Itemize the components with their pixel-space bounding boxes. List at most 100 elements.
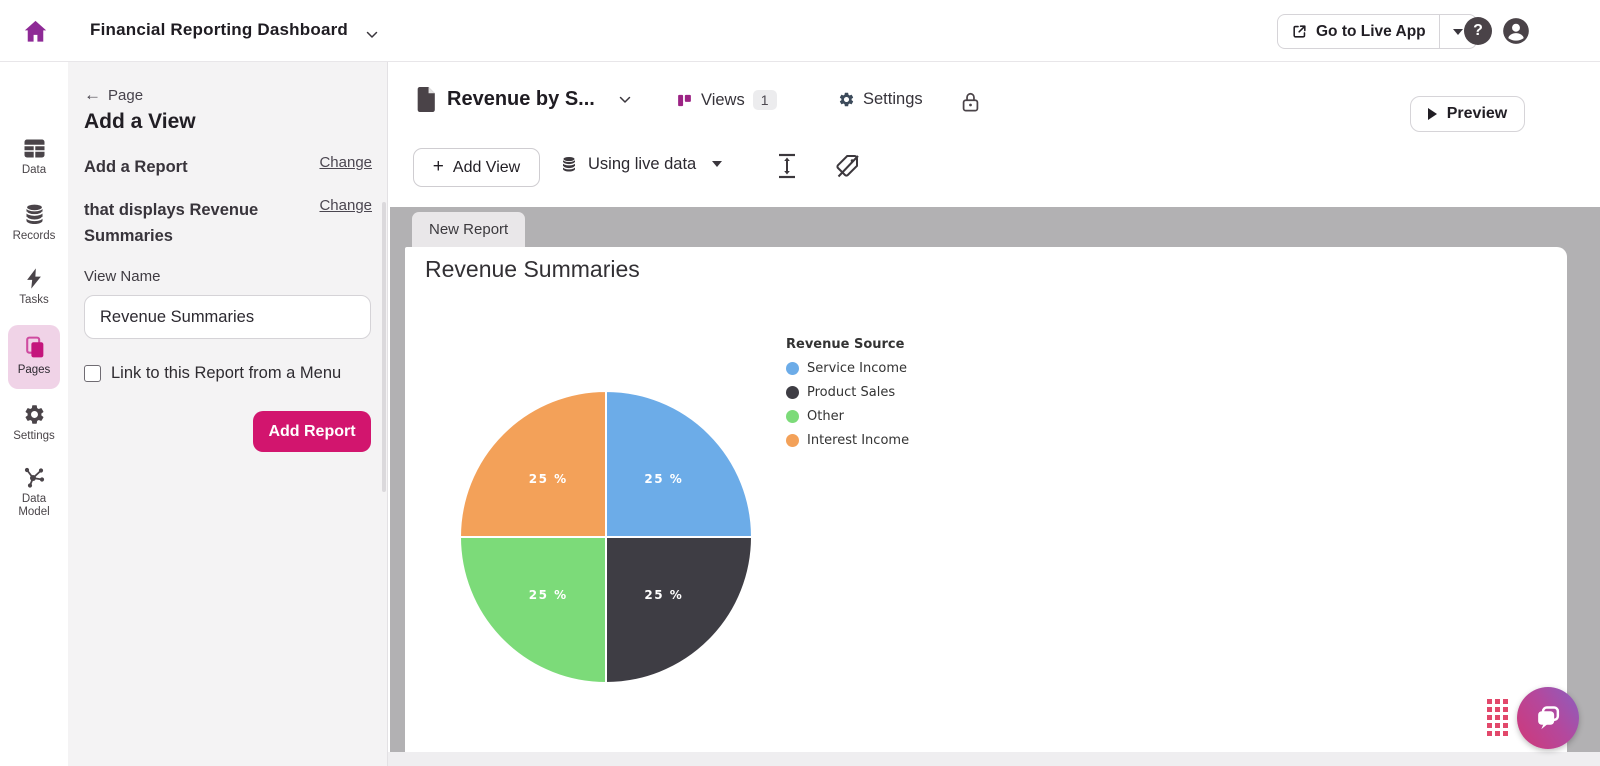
home-button[interactable] <box>18 14 52 48</box>
data-mode-label: Using live data <box>588 155 696 174</box>
report-type-text: Add a Report <box>84 154 284 180</box>
drag-handle-dots[interactable] <box>1487 699 1509 739</box>
views-label: Views <box>701 91 745 110</box>
report-source-text: that displays Revenue Summaries <box>84 197 284 249</box>
home-icon <box>22 18 49 45</box>
sidebar-item-settings[interactable]: Settings <box>0 403 68 443</box>
pie-slice-label: 25 % <box>529 472 568 486</box>
gear-icon <box>23 403 46 426</box>
sidebar-item-label: Records <box>6 230 62 243</box>
link-menu-checkbox[interactable] <box>84 365 101 382</box>
adjust-height-button[interactable] <box>776 152 798 185</box>
sidebar-item-data-model[interactable]: Data Model <box>0 465 68 519</box>
sidebar-item-pages[interactable]: Pages <box>0 335 68 377</box>
views-tab[interactable]: Views 1 <box>676 90 777 110</box>
view-name-label: View Name <box>84 268 160 285</box>
pages-icon <box>22 335 47 360</box>
page-lock-button[interactable] <box>961 90 980 114</box>
view-name-input[interactable] <box>84 295 371 339</box>
back-to-page-link[interactable]: ← Page <box>84 85 143 105</box>
lock-icon <box>961 90 980 114</box>
back-label: Page <box>108 87 143 104</box>
add-view-panel: ← Page Add a View Add a Report Change th… <box>68 62 388 766</box>
sidebar-item-label: Data <box>6 164 62 177</box>
pie-slice-label: 25 % <box>644 588 683 602</box>
pie-slice[interactable] <box>460 391 606 537</box>
chat-support-button[interactable] <box>1517 687 1579 749</box>
views-count-badge: 1 <box>753 90 777 110</box>
nav-rail: Data Records Tasks Pages Settings <box>0 62 68 766</box>
legend-color-dot <box>786 410 799 423</box>
legend-color-dot <box>786 386 799 399</box>
table-icon <box>22 138 47 160</box>
sidebar-item-label: Data Model <box>6 493 62 519</box>
sidebar-item-records[interactable]: Records <box>0 202 68 243</box>
link-menu-option[interactable]: Link to this Report from a Menu <box>84 364 341 383</box>
sidebar-item-data[interactable]: Data <box>0 138 68 177</box>
user-avatar-icon <box>1502 17 1530 45</box>
page-settings-tab[interactable]: Settings <box>838 90 923 109</box>
legend-color-dot <box>786 362 799 375</box>
external-link-icon <box>1291 23 1308 40</box>
sidebar-item-tasks[interactable]: Tasks <box>0 267 68 307</box>
preview-button[interactable]: Preview <box>1410 96 1525 132</box>
report-tab[interactable]: New Report <box>412 212 525 247</box>
go-to-live-app-split-button: Go to Live App <box>1277 14 1477 49</box>
pie-slice-label: 25 % <box>644 472 683 486</box>
page-doc-icon <box>416 86 437 113</box>
chat-bubble-icon <box>1532 702 1564 734</box>
top-bar: Financial Reporting Dashboard Go to Live… <box>0 0 1600 62</box>
report-source-row: that displays Revenue Summaries Change <box>84 197 372 249</box>
plus-icon: + <box>433 156 444 178</box>
play-icon <box>1428 108 1437 120</box>
adjust-height-icon <box>776 152 798 180</box>
panel-title: Add a View <box>84 110 196 134</box>
sidebar-item-label: Settings <box>6 430 62 443</box>
link-menu-label: Link to this Report from a Menu <box>111 364 341 383</box>
page-title: Revenue by S... <box>447 88 595 111</box>
legend-item[interactable]: Service Income <box>786 361 909 376</box>
app-switcher-button[interactable] <box>366 26 378 44</box>
sidebar-item-label: Tasks <box>6 294 62 307</box>
preview-label: Preview <box>1447 105 1507 123</box>
add-report-button[interactable]: Add Report <box>253 411 371 452</box>
sidebar-item-label: Pages <box>6 364 62 377</box>
tag-slash-icon <box>834 152 862 180</box>
panel-scrollbar[interactable] <box>382 202 386 492</box>
network-icon <box>22 465 46 489</box>
help-button[interactable]: ? <box>1464 17 1492 45</box>
database-icon <box>560 154 578 174</box>
page-canvas: New Report Revenue Summaries 25 %25 %25 … <box>390 207 1600 752</box>
bottom-strip <box>388 752 1600 766</box>
go-to-live-app-button[interactable]: Go to Live App <box>1278 15 1440 48</box>
data-mode-dropdown[interactable]: Using live data <box>560 154 722 174</box>
change-report-type-link[interactable]: Change <box>319 154 372 171</box>
account-button[interactable] <box>1502 17 1530 45</box>
views-blocks-icon <box>676 92 693 109</box>
pie-slice[interactable] <box>606 537 752 683</box>
legend-color-dot <box>786 434 799 447</box>
view-toolbar: + Add View Using live data <box>388 134 1600 207</box>
chevron-down-icon <box>619 96 631 104</box>
add-view-button[interactable]: + Add View <box>413 148 540 187</box>
database-icon <box>22 202 47 226</box>
legend-item[interactable]: Product Sales <box>786 385 909 400</box>
pie-slice-label: 25 % <box>529 588 568 602</box>
change-report-source-link[interactable]: Change <box>319 197 372 214</box>
legend-label: Product Sales <box>807 385 895 400</box>
legend-label: Service Income <box>807 361 907 376</box>
toggle-labels-button[interactable] <box>834 152 862 185</box>
report-type-row: Add a Report Change <box>84 154 372 180</box>
legend-label: Interest Income <box>807 433 909 448</box>
main-area: Revenue by S... Views 1 Settings <box>388 62 1600 766</box>
page-title-dropdown[interactable]: Revenue by S... <box>416 86 631 113</box>
pie-slice[interactable] <box>606 391 752 537</box>
report-card[interactable]: Revenue Summaries 25 %25 %25 %25 % Reven… <box>405 247 1567 752</box>
legend-item[interactable]: Other <box>786 409 909 424</box>
chevron-down-icon <box>366 31 378 39</box>
pie-slice[interactable] <box>460 537 606 683</box>
caret-down-icon <box>712 161 722 167</box>
chart-legend: Revenue Source Service IncomeProduct Sal… <box>786 337 909 457</box>
legend-item[interactable]: Interest Income <box>786 433 909 448</box>
add-view-label: Add View <box>453 159 520 177</box>
